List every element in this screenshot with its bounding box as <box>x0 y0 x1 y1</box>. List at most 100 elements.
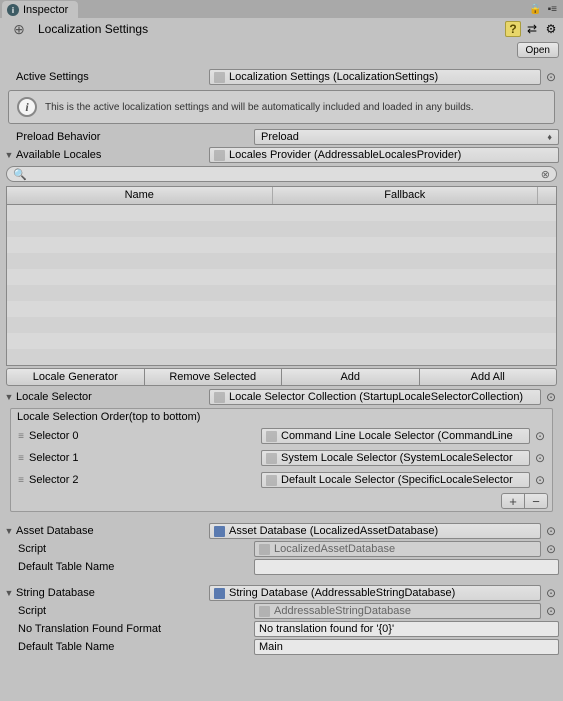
locale-generator-button[interactable]: Locale Generator <box>6 368 145 386</box>
asset-db-label: Asset Database <box>16 525 94 537</box>
remove-selected-button[interactable]: Remove Selected <box>144 368 283 386</box>
asset-db-script-row: Script LocalizedAssetDatabase ⊙ <box>0 540 563 558</box>
drag-handle-icon[interactable]: ≡ <box>15 453 27 464</box>
asset-header: ⊕ Localization Settings ? ⇄ ⚙ <box>0 18 563 40</box>
settings-icon[interactable]: ⚙ <box>543 21 559 37</box>
active-settings-row: Active Settings Localization Settings (L… <box>0 68 563 86</box>
foldout-icon[interactable]: ▼ <box>4 588 14 598</box>
asset-type-icon: ⊕ <box>4 20 34 38</box>
asset-icon <box>266 475 277 486</box>
tab-title: Inspector <box>23 4 68 16</box>
object-picker-icon[interactable]: ⊙ <box>543 541 559 557</box>
asset-db-script-field: LocalizedAssetDatabase <box>254 541 541 557</box>
script-label: Script <box>18 543 46 555</box>
asset-db-field[interactable]: Asset Database (LocalizedAssetDatabase) <box>209 523 541 539</box>
selector-row-1: ≡ Selector 1 System Locale Selector (Sys… <box>11 447 552 469</box>
asset-icon <box>214 72 225 83</box>
asset-db-table-row: Default Table Name <box>0 558 563 576</box>
help-icon[interactable]: ? <box>505 21 521 37</box>
string-db-script-row: Script AddressableStringDatabase ⊙ <box>0 602 563 620</box>
active-settings-label: Active Settings <box>16 71 89 83</box>
asset-icon <box>266 431 277 442</box>
locales-list: Name Fallback <box>6 186 557 366</box>
locale-search-input[interactable]: 🔍 ⊗ <box>6 166 557 182</box>
preload-row: Preload Behavior Preload ♦ <box>0 128 563 146</box>
no-translation-label: No Translation Found Format <box>18 623 161 635</box>
preset-icon[interactable]: ⇄ <box>524 21 540 37</box>
no-translation-input[interactable]: No translation found for '{0}' <box>254 621 559 637</box>
asset-db-table-input[interactable] <box>254 559 559 575</box>
object-picker-icon[interactable]: ⊙ <box>543 603 559 619</box>
dropdown-icon: ♦ <box>547 132 552 142</box>
foldout-icon[interactable]: ▼ <box>4 150 14 160</box>
object-picker-icon[interactable]: ⊙ <box>532 472 548 488</box>
script-icon <box>259 544 270 555</box>
tab-bar-controls: 🔒 ▪≡ <box>529 1 563 18</box>
lock-icon[interactable]: 🔒 <box>529 4 541 15</box>
drag-handle-icon[interactable]: ≡ <box>15 475 27 486</box>
add-button[interactable]: Add <box>281 368 420 386</box>
active-settings-field[interactable]: Localization Settings (LocalizationSetti… <box>209 69 541 85</box>
info-icon: i <box>17 97 37 117</box>
search-icon: 🔍 <box>13 168 27 181</box>
available-locales-field[interactable]: Locales Provider (AddressableLocalesProv… <box>209 147 559 163</box>
col-name[interactable]: Name <box>7 187 273 204</box>
locale-selector-field[interactable]: Locale Selector Collection (StartupLocal… <box>209 389 541 405</box>
object-picker-icon[interactable]: ⊙ <box>543 389 559 405</box>
string-db-table-row: Default Table Name Main <box>0 638 563 656</box>
selector-0-label: Selector 0 <box>29 430 259 442</box>
locale-selector-row: ▼Locale Selector Locale Selector Collect… <box>0 388 563 406</box>
string-db-label: String Database <box>16 587 95 599</box>
info-text: This is the active localization settings… <box>45 102 474 113</box>
selector-0-field[interactable]: Command Line Locale Selector (CommandLin… <box>261 428 530 444</box>
asset-db-row: ▼Asset Database Asset Database (Localize… <box>0 522 563 540</box>
asset-icon <box>214 392 225 403</box>
object-picker-icon[interactable]: ⊙ <box>543 69 559 85</box>
default-table-label: Default Table Name <box>18 641 114 653</box>
clear-search-icon[interactable]: ⊗ <box>541 168 550 181</box>
locale-buttons: Locale Generator Remove Selected Add Add… <box>6 368 557 386</box>
object-picker-icon[interactable]: ⊙ <box>532 428 548 444</box>
asset-icon <box>266 453 277 464</box>
selector-row-2: ≡ Selector 2 Default Locale Selector (Sp… <box>11 469 552 491</box>
list-header: Name Fallback <box>7 187 556 205</box>
string-db-field[interactable]: String Database (AddressableStringDataba… <box>209 585 541 601</box>
selector-1-field[interactable]: System Locale Selector (SystemLocaleSele… <box>261 450 530 466</box>
foldout-icon[interactable]: ▼ <box>4 526 14 536</box>
list-body[interactable] <box>7 205 556 365</box>
selector-2-label: Selector 2 <box>29 474 259 486</box>
preload-label: Preload Behavior <box>16 131 100 143</box>
selection-order-box: Locale Selection Order(top to bottom) ≡ … <box>10 408 553 512</box>
page-title: Localization Settings <box>38 22 501 36</box>
object-picker-icon[interactable]: ⊙ <box>543 585 559 601</box>
selection-order-title: Locale Selection Order(top to bottom) <box>11 409 552 425</box>
selector-row-0: ≡ Selector 0 Command Line Locale Selecto… <box>11 425 552 447</box>
info-box: i This is the active localization settin… <box>8 90 555 124</box>
add-selector-button[interactable]: + <box>501 493 525 509</box>
available-locales-label: Available Locales <box>16 149 101 161</box>
inspector-tab[interactable]: i Inspector <box>2 1 78 18</box>
string-db-table-input[interactable]: Main <box>254 639 559 655</box>
default-table-label: Default Table Name <box>18 561 114 573</box>
tab-bar: i Inspector 🔒 ▪≡ <box>0 0 563 18</box>
add-all-button[interactable]: Add All <box>419 368 558 386</box>
string-db-row: ▼String Database String Database (Addres… <box>0 584 563 602</box>
selector-2-field[interactable]: Default Locale Selector (SpecificLocaleS… <box>261 472 530 488</box>
col-spacer <box>538 187 556 204</box>
script-icon <box>259 606 270 617</box>
available-locales-row: ▼Available Locales Locales Provider (Add… <box>0 146 563 164</box>
object-picker-icon[interactable]: ⊙ <box>543 523 559 539</box>
open-button[interactable]: Open <box>517 42 559 58</box>
col-fallback[interactable]: Fallback <box>273 187 539 204</box>
info-icon: i <box>7 4 19 16</box>
context-menu-icon[interactable]: ▪≡ <box>548 4 557 15</box>
remove-selector-button[interactable]: − <box>524 493 548 509</box>
preload-select[interactable]: Preload ♦ <box>254 129 559 145</box>
locale-selector-label: Locale Selector <box>16 391 92 403</box>
asset-icon <box>214 526 225 537</box>
drag-handle-icon[interactable]: ≡ <box>15 431 27 442</box>
object-picker-icon[interactable]: ⊙ <box>532 450 548 466</box>
selector-1-label: Selector 1 <box>29 452 259 464</box>
string-db-fmt-row: No Translation Found Format No translati… <box>0 620 563 638</box>
foldout-icon[interactable]: ▼ <box>4 392 14 402</box>
